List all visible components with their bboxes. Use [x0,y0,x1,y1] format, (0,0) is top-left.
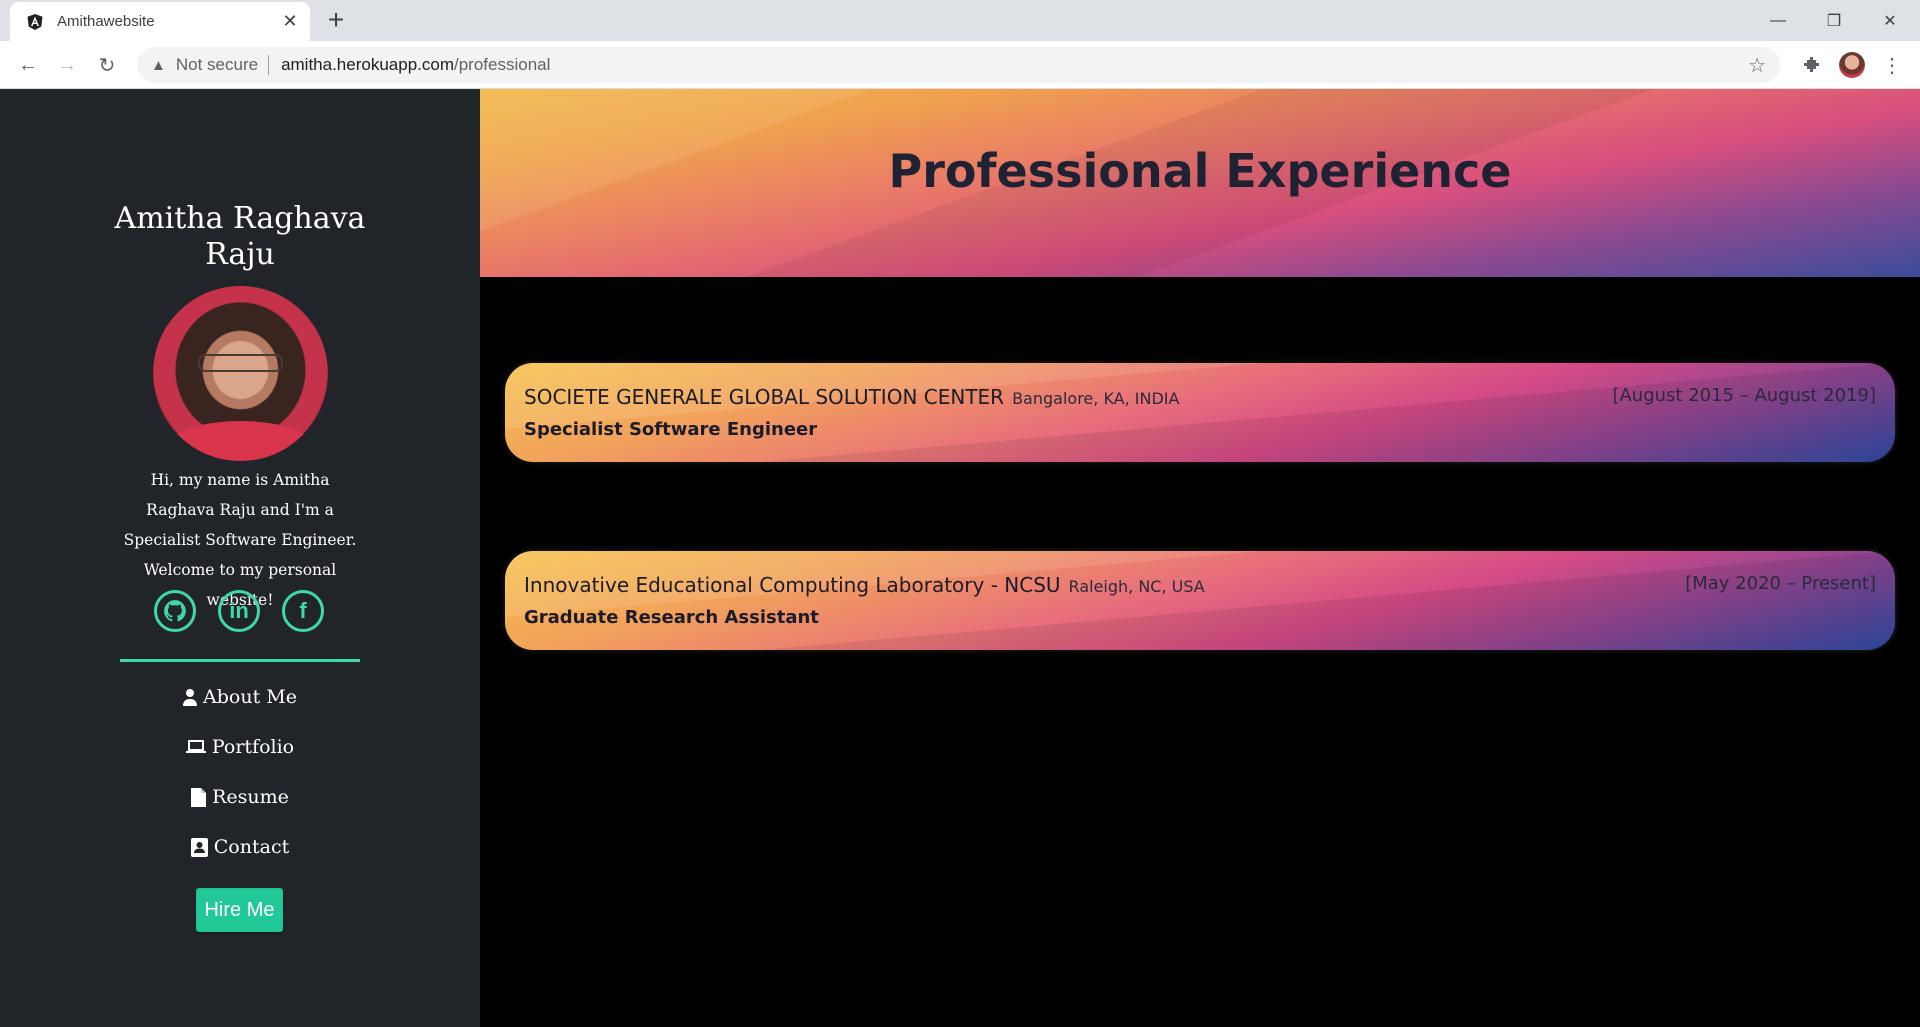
browser-tab[interactable]: Amithawebsite ✕ [10,2,310,41]
address-host: amitha.herokuapp.com [281,55,454,74]
forward-icon[interactable]: → [51,49,83,81]
facebook-icon[interactable]: f [282,590,324,632]
address-bar[interactable]: ▲ Not secure amitha.herokuapp.com/profes… [137,47,1780,83]
nav-label: About Me [203,686,297,708]
company-name: Innovative Educational Computing Laborat… [524,573,1205,597]
company-name: SOCIETE GENERALE GLOBAL SOLUTION CENTER B… [524,385,1180,409]
user-icon [183,688,198,706]
menu-kebab-icon[interactable]: ⋮ [1876,49,1908,81]
address-path: /professional [454,55,551,74]
tab-title: Amithawebsite [57,13,155,30]
hire-me-button[interactable]: Hire Me [196,888,283,932]
sidebar: Amitha Raghava Raju Hi, my name is Amith… [0,89,480,1027]
extensions-icon[interactable] [1796,49,1828,81]
nav-contact[interactable]: Contact [100,829,380,865]
angular-favicon-icon [25,12,45,32]
close-window-icon[interactable]: ✕ [1862,0,1918,41]
warning-icon: ▲ [151,56,166,74]
profile-name: Amitha Raghava Raju [114,201,366,272]
nav-resume[interactable]: Resume [100,779,380,815]
close-tab-icon[interactable]: ✕ [280,11,300,32]
company-location: Bangalore, KA, INDIA [1012,389,1180,408]
company-location: Raleigh, NC, USA [1068,577,1205,596]
employment-dates: [May 2020 – Present] [1685,573,1876,594]
job-role: Graduate Research Assistant [524,607,819,628]
main-content: Professional Experience SOCIETE GENERALE… [480,89,1920,1027]
browser-toolbar: ← → ↻ ▲ Not secure amitha.herokuapp.com /… [0,41,1920,89]
back-icon[interactable]: ← [12,49,44,81]
linkedin-icon[interactable]: in [218,590,260,632]
page: Amitha Raghava Raju Hi, my name is Amith… [0,89,1920,1027]
address-divider [268,55,270,75]
nav-label: Contact [213,836,290,858]
profile-avatar[interactable] [1836,49,1868,81]
employment-dates: [August 2015 – August 2019] [1612,385,1876,406]
page-title: Professional Experience [888,144,1512,198]
github-icon[interactable] [154,590,196,632]
minimize-icon[interactable]: — [1750,0,1806,41]
not-secure-label: Not secure [175,55,259,74]
file-icon [191,787,207,807]
nav-label: Resume [212,786,289,808]
new-tab-button[interactable]: + [320,6,352,36]
nav-label: Portfolio [211,736,295,758]
profile-photo [153,286,328,461]
job-role: Specialist Software Engineer [524,419,818,440]
bookmark-star-icon[interactable]: ☆ [1748,53,1766,78]
sidebar-divider [120,659,360,662]
reload-icon[interactable]: ↻ [91,49,123,81]
page-banner: Professional Experience [480,89,1920,277]
experience-card: Innovative Educational Computing Laborat… [505,551,1895,650]
restore-icon[interactable]: ❐ [1806,0,1862,41]
experience-card: SOCIETE GENERALE GLOBAL SOLUTION CENTER B… [505,363,1895,462]
nav-about-me[interactable]: About Me [100,679,380,715]
address-book-icon [190,837,208,857]
browser-tab-strip: Amithawebsite ✕ + — ❐ ✕ [0,0,1920,41]
nav-portfolio[interactable]: Portfolio [100,729,380,765]
laptop-icon [185,739,206,755]
